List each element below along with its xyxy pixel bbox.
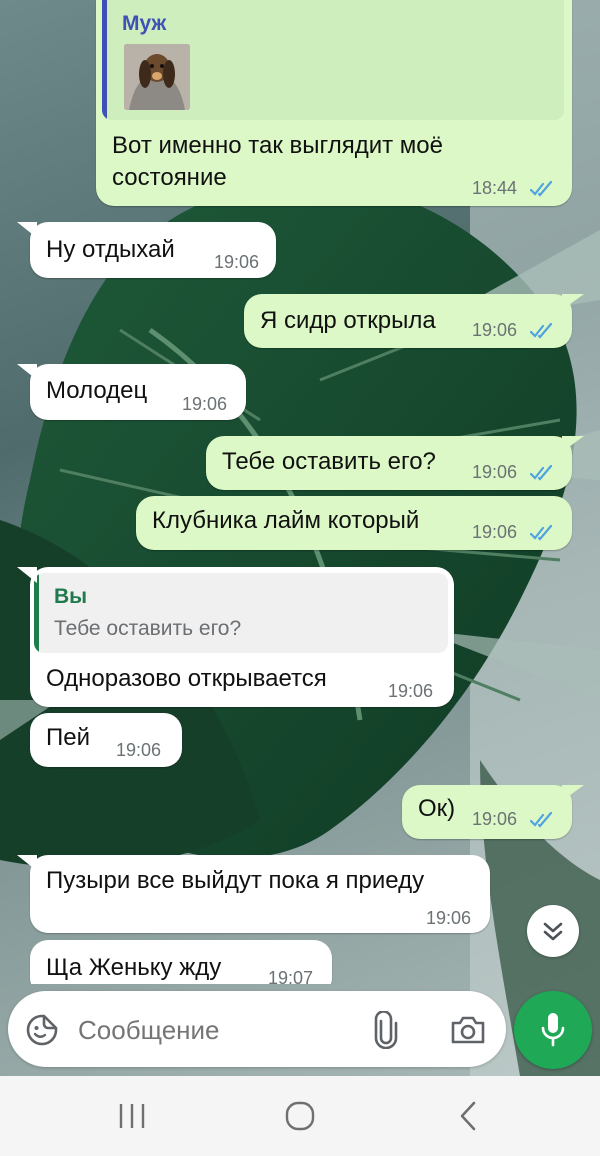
voice-record-button[interactable] [514,991,592,1069]
message-time: 19:06 [472,522,518,542]
camera-icon[interactable] [450,1015,486,1045]
system-navigation-bar [0,1076,600,1156]
bubble-tail [562,294,584,310]
message-text: Тебе оставить его? [222,448,436,475]
message-bubble-incoming[interactable]: Ну отдыхай 19:06 [30,222,276,278]
message-time: 19:06 [472,462,518,482]
message-bubble-incoming[interactable]: Вы Тебе оставить его? Одноразово открыва… [30,567,454,707]
reply-quote-author: Муж [122,12,167,35]
message-time: 19:06 [426,908,472,928]
message-time: 19:06 [472,809,518,829]
dog-photo-icon [124,44,190,110]
message-bubble-outgoing[interactable]: Клубника лайм который 19:06 [136,496,572,550]
message-time: 18:44 [472,178,518,198]
bubble-tail [17,222,37,238]
dog-photo-thumbnail[interactable] [124,44,190,110]
back-icon[interactable] [456,1101,480,1131]
home-icon[interactable] [284,1100,316,1132]
read-ticks-icon [530,181,553,197]
message-bubble-outgoing[interactable]: Ок) 19:06 [402,785,572,839]
message-text: Молодец [46,377,148,404]
bubble-tail [562,436,584,452]
message-text: Ок) [418,795,456,822]
message-time: 19:06 [472,320,518,340]
paperclip-icon[interactable] [372,1011,400,1049]
message-text-line: состояние [112,164,227,191]
message-text: Ну отдыхай [46,236,175,263]
read-ticks-icon [530,323,553,339]
message-bubble-incoming[interactable]: Пей 19:06 [30,713,182,767]
message-time: 19:06 [388,681,434,701]
bubble-tail [562,785,584,801]
reply-quote-bar [102,0,107,120]
message-text: Пузыри все выйдут пока я приеду [46,867,425,894]
message-time: 19:07 [268,968,314,984]
message-bubble-outgoing[interactable]: Я сидр открыла 19:06 [244,294,572,348]
message-text: Пей [46,724,91,751]
message-text: Ща Женьку жду [46,954,222,981]
message-composer[interactable] [8,991,506,1067]
bubble-tail [17,855,37,871]
recent-apps-icon[interactable] [117,1103,147,1129]
message-bubble-outgoing[interactable]: Тебе оставить его? 19:06 [206,436,572,490]
message-text: Одноразово открывается [46,665,327,692]
microphone-icon [541,1013,565,1047]
reply-quote[interactable]: Муж [102,0,564,120]
message-clip: Ща Женьку жду 19:07 [0,938,600,984]
message-time: 19:06 [214,252,260,272]
message-bubble-incoming[interactable]: Пузыри все выйдут пока я приеду 19:06 [30,855,490,933]
bubble-tail [17,364,37,380]
sticker-icon[interactable] [25,1013,59,1047]
read-ticks-icon [530,525,553,541]
read-ticks-icon [530,465,553,481]
message-time: 19:06 [116,740,162,760]
read-ticks-icon [530,812,553,828]
message-time: 19:06 [182,394,228,414]
message-bubble-outgoing[interactable]: Муж Вот именно так выглядит моё состояни… [96,0,572,206]
bubble-tail [17,567,37,583]
double-chevron-down-icon [543,922,563,941]
message-text: Я сидр открыла [260,307,436,334]
message-text: Клубника лайм который [152,507,420,534]
message-bubble-incoming[interactable]: Молодец 19:06 [30,364,246,420]
message-bubble-incoming[interactable]: Ща Женьку жду 19:07 [30,940,332,984]
scroll-to-bottom-button[interactable] [527,905,579,957]
reply-quote-author: Вы [54,585,88,608]
reply-quote-bar [34,573,39,653]
message-input[interactable] [76,1009,350,1051]
message-text-line: Вот именно так выглядит моё [112,132,443,159]
reply-quote-text: Тебе оставить его? [54,617,242,640]
reply-quote[interactable]: Вы Тебе оставить его? [34,573,448,653]
